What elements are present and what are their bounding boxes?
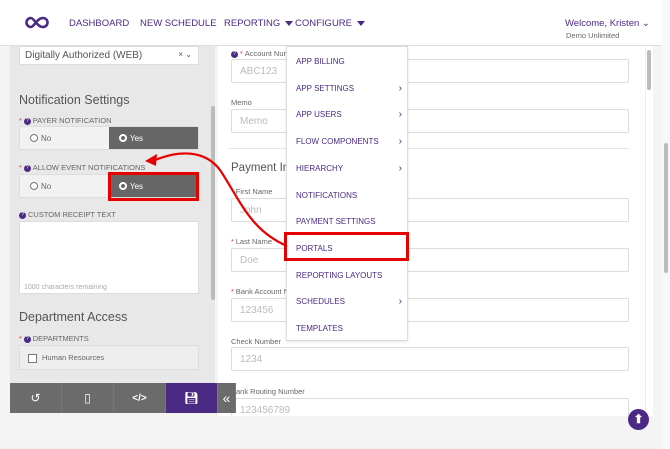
menu-item-payment-settings[interactable]: PAYMENT SETTINGS: [296, 217, 406, 226]
portals-highlight: [284, 232, 409, 261]
department-option-label: Human Resources: [42, 353, 105, 362]
scroll-top-button[interactable]: ⬆: [628, 409, 649, 430]
payer-no-option[interactable]: No: [20, 127, 109, 149]
menu-item-reporting-layouts[interactable]: REPORTING LAYOUTS: [296, 271, 406, 280]
nav-dashboard[interactable]: DASHBOARD: [69, 18, 129, 29]
menu-item-app-settings[interactable]: APP SETTINGS ›: [296, 82, 406, 94]
menu-item-notifications[interactable]: NOTIFICATIONS: [296, 191, 406, 200]
receipt-textarea[interactable]: 1000 characters remaining: [19, 221, 199, 294]
menu-item-label: TEMPLATES: [296, 324, 343, 333]
check-number-label: Check Number: [231, 337, 282, 346]
notification-settings-title: Notification Settings: [19, 93, 130, 107]
menu-item-app-users[interactable]: APP USERS ›: [296, 109, 406, 121]
nav-configure[interactable]: CONFIGURE: [295, 18, 365, 29]
bank-account-label: Bank Account N: [235, 287, 290, 296]
chevron-right-icon: ›: [398, 162, 402, 174]
menu-item-label: APP SETTINGS: [296, 83, 355, 93]
help-icon: ?: [19, 211, 26, 219]
routing-label: Bank Routing Number: [231, 387, 305, 396]
routing-input[interactable]: 123456789: [231, 398, 629, 416]
panel-scrollbar[interactable]: [211, 106, 215, 300]
help-icon: ?: [23, 164, 31, 172]
menu-item-label: PAYMENT SETTINGS: [296, 217, 376, 227]
welcome-text: Welcome, Kristen: [565, 18, 640, 29]
nav-configure-label: CONFIGURE: [295, 18, 352, 29]
menu-item-label: APP BILLING: [296, 57, 345, 66]
mobile-preview-icon[interactable]: ▯: [62, 383, 114, 413]
nav-new-schedule[interactable]: NEW SCHEDULE: [140, 18, 217, 29]
chevron-right-icon: ›: [398, 109, 402, 121]
department-access-title: Department Access: [19, 310, 128, 324]
chevron-right-icon: ›: [398, 136, 402, 148]
event-notification-label: ALLOW EVENT NOTIFICATIONS: [32, 163, 146, 172]
departments-label: DEPARTMENTS: [32, 334, 89, 343]
menu-item-app-billing[interactable]: APP BILLING: [296, 57, 406, 66]
menu-item-flow-components[interactable]: FLOW COMPONENTS ›: [296, 136, 406, 148]
help-icon: ?: [231, 50, 238, 58]
menu-item-templates[interactable]: TEMPLATES: [296, 324, 406, 333]
check-number-input[interactable]: 1234: [231, 347, 629, 371]
auth-select[interactable]: Digitally Authorized (WEB) × ⌄: [19, 46, 199, 65]
chevron-right-icon: ›: [398, 82, 402, 94]
help-icon: ?: [23, 335, 31, 343]
code-icon[interactable]: </>: [114, 383, 166, 413]
payer-notification-toggle: No Yes: [19, 126, 199, 150]
chevron-down-icon: ⌄: [641, 18, 650, 29]
undo-icon[interactable]: ↺: [10, 383, 62, 413]
settings-panel: Digitally Authorized (WEB) × ⌄ Notificati…: [10, 46, 215, 383]
clear-close-icon[interactable]: × ⌄: [178, 50, 192, 59]
menu-item-label: SCHEDULES: [296, 297, 345, 307]
menu-item-label: HIERARCHY: [296, 163, 344, 173]
save-icon[interactable]: 💾︎: [166, 383, 218, 413]
page-scroll-track: [662, 0, 670, 449]
chevron-right-icon: ›: [398, 296, 402, 308]
editor-toolbar: ↺ ▯ </> 💾︎ «: [10, 383, 236, 413]
checkbox[interactable]: [28, 353, 37, 363]
receipt-label: CUSTOM RECEIPT TEXT: [28, 210, 116, 219]
user-menu[interactable]: Welcome, Kristen ⌄: [565, 18, 650, 29]
event-no-option[interactable]: No: [20, 175, 109, 197]
payment-info-title: Payment Int: [231, 162, 293, 174]
select-value: Digitally Authorized (WEB): [25, 50, 143, 61]
caret-down-icon: [357, 20, 365, 26]
nav-reporting[interactable]: REPORTING: [224, 18, 294, 29]
menu-item-label: NOTIFICATIONS: [296, 190, 358, 200]
menu-item-label: REPORTING LAYOUTS: [296, 270, 383, 280]
logo-icon[interactable]: [25, 16, 49, 29]
caret-down-icon: [285, 20, 294, 26]
collapse-icon[interactable]: «: [218, 383, 236, 413]
chars-remaining: 1000 characters remaining: [24, 284, 107, 291]
account-label: Account Nur: [244, 49, 287, 58]
top-nav: DASHBOARD NEW SCHEDULE REPORTING CONFIGU…: [0, 0, 662, 46]
form-preview: ? * Account Nur ABC123 Memo Memo Payment I…: [218, 46, 645, 416]
org-name: Demo Unlimited: [566, 31, 620, 40]
form-scrollbar[interactable]: [647, 50, 651, 90]
payer-yes-option[interactable]: Yes: [109, 127, 198, 149]
nav-reporting-label: REPORTING: [224, 18, 281, 29]
last-name-label: Last Name: [235, 237, 273, 246]
form-scroll-track: [645, 46, 653, 416]
department-option[interactable]: Human Resources: [19, 345, 199, 370]
menu-item-label: APP USERS: [296, 110, 342, 120]
menu-item-hierarchy[interactable]: HIERARCHY ›: [296, 162, 406, 174]
menu-item-label: FLOW COMPONENTS: [296, 137, 379, 147]
highlight-box: [108, 172, 199, 201]
memo-label: Memo: [231, 98, 252, 107]
configure-dropdown: APP BILLING APP SETTINGS › APP USERS › FLOW C…: [286, 46, 408, 341]
page-scrollbar[interactable]: [664, 143, 668, 273]
payer-notification-label: PAYER NOTIFICATION: [32, 116, 112, 125]
help-icon: ?: [23, 117, 31, 125]
first-name-label: First Name: [235, 187, 273, 196]
menu-item-schedules[interactable]: SCHEDULES ›: [296, 296, 406, 308]
